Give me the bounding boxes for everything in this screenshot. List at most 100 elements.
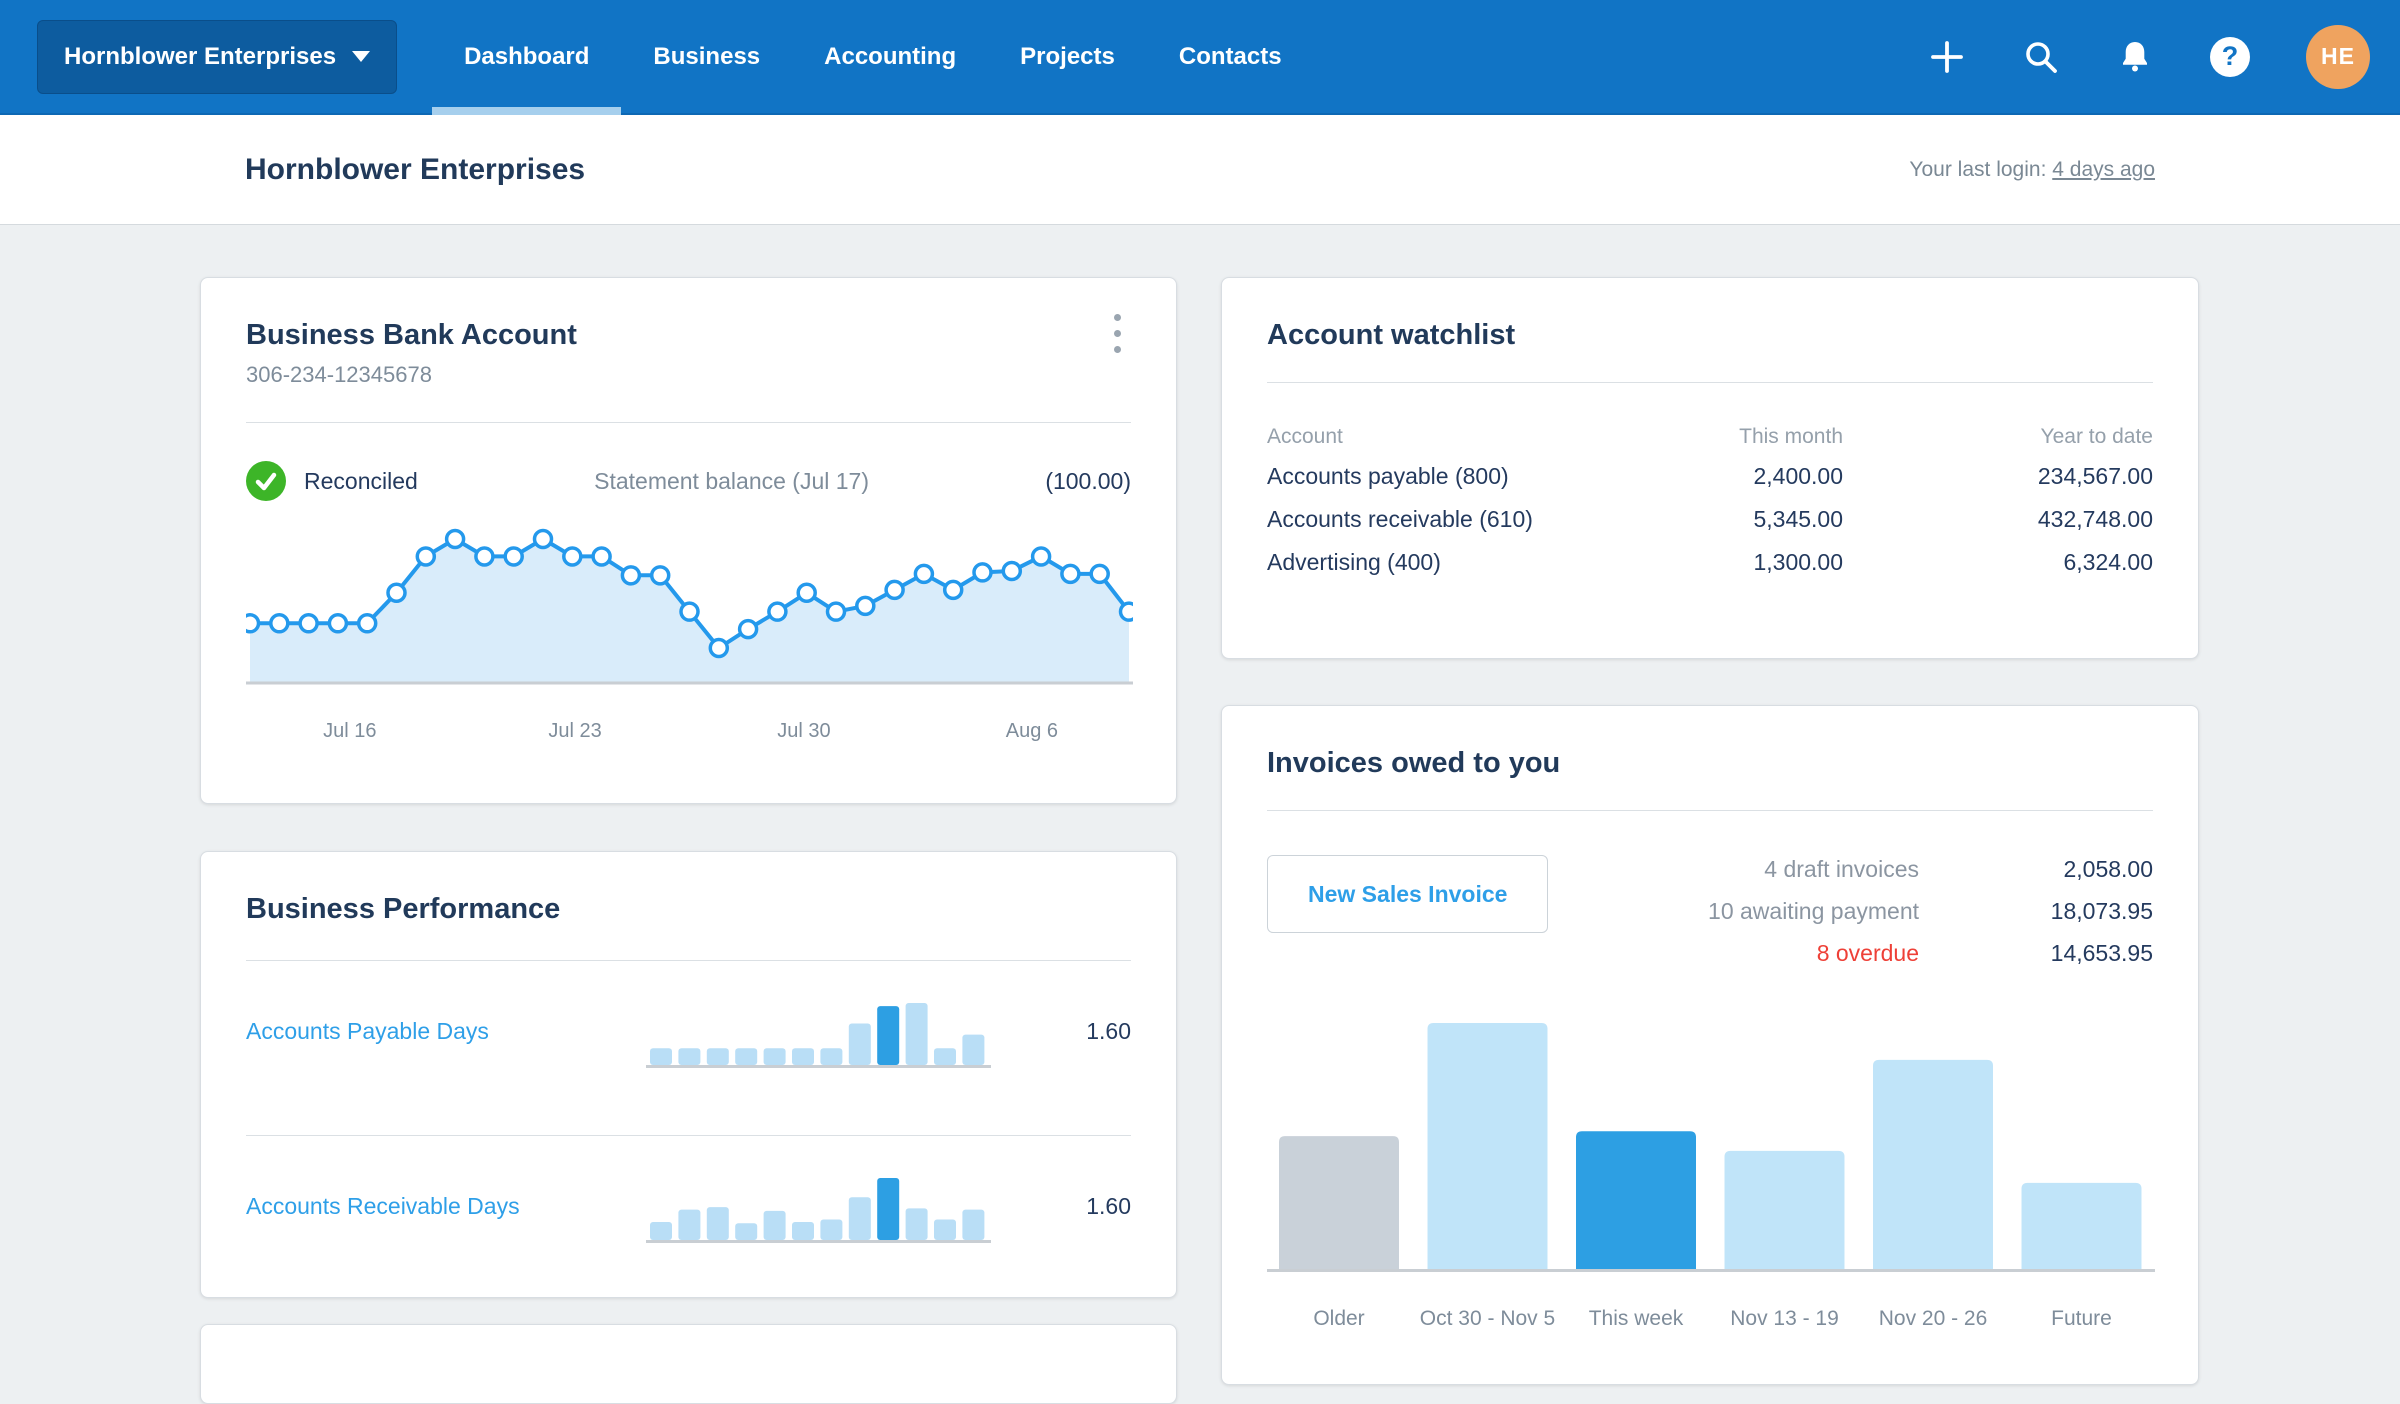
invoice-stats: 4 draft invoices 2,058.00 10 awaiting paym… [1708,855,2153,967]
statement-balance-value: (100.00) [1045,467,1131,494]
page-header: Hornblower Enterprises Your last login: … [0,115,2400,225]
help-glyph: ? [2221,41,2239,71]
bar-category-label: This week [1589,1307,1684,1330]
nav-item-dashboard[interactable]: Dashboard [432,0,622,115]
watchlist-header-row: Account This month Year to date [1267,419,2153,455]
performance-title: Business Performance [246,893,561,925]
watchlist-row: Accounts receivable (610) 5,345.00 432,748… [1267,498,2153,541]
nav-item-projects[interactable]: Projects [988,0,1147,113]
new-sales-invoice-button[interactable]: New Sales Invoice [1267,855,1549,933]
bank-balance-area-chart: Jul 16 Jul 23 Jul 30 Aug 6 [239,525,1140,765]
bank-card-title: Business Bank Account [246,319,577,351]
watchlist-account-name: Accounts receivable (610) [1267,506,1533,532]
invoice-bar [1576,1131,1696,1269]
invoice-stat-label: 4 draft invoices [1764,856,1919,882]
search-icon[interactable] [2022,38,2060,76]
nav-item-accounting[interactable]: Accounting [792,0,988,113]
x-axis-tick-label: Jul 30 [777,720,830,742]
invoice-stat-value: 14,653.95 [2050,940,2153,966]
invoice-stat-overdue: 8 overdue 14,653.95 [1708,939,2153,967]
x-axis-tick-label: Jul 16 [323,720,376,742]
organisation-name: Hornblower Enterprises [64,42,337,70]
last-login-link[interactable]: 4 days ago [2052,158,2155,181]
bank-account-number: 306-234-12345678 [246,362,432,387]
invoice-stat-label: 8 overdue [1816,940,1919,966]
last-login-label: Your last login: [1909,157,2047,181]
invoices-owed-card: Invoices owed to you New Sales Invoice 4… [1221,705,2199,1385]
watchlist-amount: 2,400.00 [1753,463,1843,489]
invoice-stat: 4 draft invoices 2,058.00 [1708,855,2153,883]
sparkline-bar-chart [646,1177,991,1243]
watchlist-amount: 5,345.00 [1753,506,1843,532]
divider [1267,810,2153,811]
nav-item-contacts[interactable]: Contacts [1147,0,1314,113]
performance-rows: Accounts Payable Days 1.60 Accounts Receiv… [246,961,1131,1276]
x-axis-tick-label: Jul 23 [548,720,601,742]
performance-metric-link[interactable]: Accounts Receivable Days [246,1193,646,1220]
statement-balance-label: Statement balance (Jul 17) [594,467,869,494]
performance-value: 1.60 [1086,1192,1131,1219]
bar-category-label: Future [2051,1307,2112,1330]
nav-icon-group: ? HE [1928,24,2370,89]
watchlist-account-name: Advertising (400) [1267,549,1441,575]
business-performance-card: Business Performance Accounts Payable Da… [200,851,1177,1298]
avatar[interactable]: HE [2306,24,2370,89]
divider [1267,382,2153,383]
performance-sparkline [646,969,991,1094]
help-icon[interactable]: ? [2210,36,2250,77]
partial-card [200,1324,1177,1404]
invoice-bar [1873,1059,1993,1269]
check-circle-icon [246,461,286,501]
watchlist-column-header: Account [1267,425,1343,448]
performance-row: Accounts Receivable Days 1.60 [246,1136,1131,1276]
organisation-selector[interactable]: Hornblower Enterprises [37,19,398,94]
invoice-bar [1279,1136,1399,1269]
watchlist-amount: 6,324.00 [2063,549,2153,575]
bar-category-label: Nov 13 - 19 [1730,1307,1839,1330]
invoices-title: Invoices owed to you [1267,747,1561,779]
watchlist-column-header: Year to date [2040,425,2154,448]
performance-metric-link[interactable]: Accounts Payable Days [246,1018,646,1045]
watchlist-row: Advertising (400) 1,300.00 6,324.00 [1267,541,2153,584]
invoices-bar-chart: Older Oct 30 - Nov 5 This week Nov 13 - 19 N… [1267,1017,2155,1337]
performance-row: Accounts Payable Days 1.60 [246,961,1131,1101]
watchlist-amount: 432,748.00 [2037,506,2153,532]
performance-sparkline [646,1144,991,1269]
sparkline-bar-chart [646,1002,991,1068]
invoice-stat-value: 18,073.95 [2050,898,2153,924]
invoice-stat-value: 2,058.00 [2063,856,2153,882]
business-bank-account-card: Business Bank Account 306-234-12345678 R… [200,277,1177,804]
watchlist-amount: 234,567.00 [2037,463,2153,489]
invoice-bar [1427,1023,1548,1269]
watchlist-table: Account This month Year to date Accounts pa… [1267,419,2153,584]
bar-category-label: Oct 30 - Nov 5 [1420,1307,1555,1330]
chevron-down-icon [352,51,371,62]
divider [246,422,1131,423]
top-navigation-bar: Hornblower Enterprises Dashboard Business… [0,0,2400,115]
watchlist-title: Account watchlist [1267,319,1516,351]
reconciled-label: Reconciled [304,467,418,494]
watchlist-row: Accounts payable (800) 2,400.00 234,567.00 [1267,455,2153,498]
performance-value: 1.60 [1086,1017,1131,1044]
bar-category-label: Older [1313,1307,1364,1330]
watchlist-amount: 1,300.00 [1753,549,1843,575]
nav-menu: Dashboard Business Accounting Projects Conta… [432,0,1314,115]
x-axis-tick-label: Aug 6 [1006,720,1058,742]
last-login: Your last login: 4 days ago [1909,158,2155,182]
invoice-bar [2021,1182,2142,1269]
invoice-bar [1724,1150,1845,1269]
plus-icon[interactable] [1928,38,1966,76]
area-chart-svg: Jul 16 Jul 23 Jul 30 Aug 6 [239,528,1140,742]
invoice-stat: 10 awaiting payment 18,073.95 [1708,897,2153,925]
bar-chart-svg: Older Oct 30 - Nov 5 This week Nov 13 - 19 N… [1267,1023,2155,1330]
account-watchlist-card: Account watchlist Account This month Year … [1221,277,2199,659]
bar-category-label: Nov 20 - 26 [1879,1307,1988,1330]
kebab-menu-icon[interactable] [1108,308,1127,359]
avatar-initials: HE [2321,43,2355,69]
watchlist-account-name: Accounts payable (800) [1267,463,1509,489]
page-title: Hornblower Enterprises [245,152,586,186]
nav-item-business[interactable]: Business [621,0,792,113]
reconciled-row: Reconciled Statement balance (Jul 17) (1… [246,461,1131,501]
watchlist-column-header: This month [1739,425,1843,448]
bell-icon[interactable] [2116,38,2154,76]
